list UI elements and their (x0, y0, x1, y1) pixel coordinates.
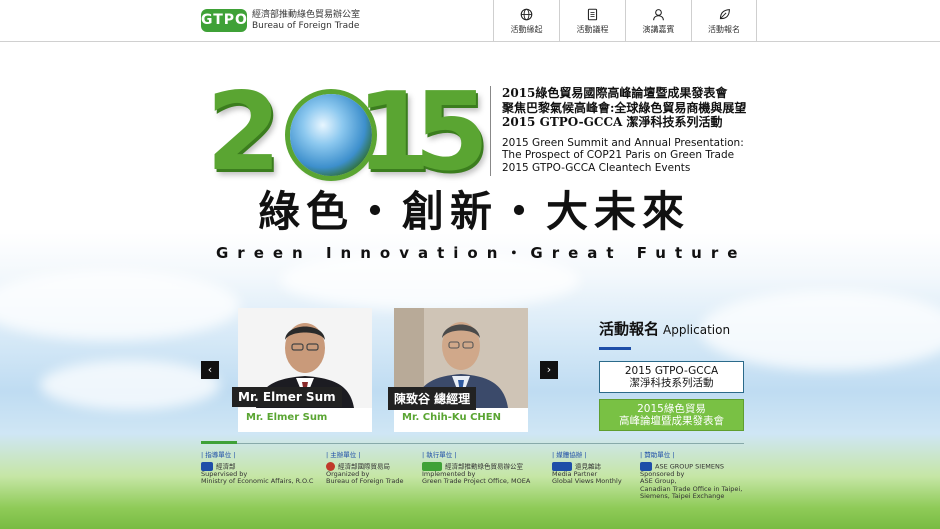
footer-accent (201, 441, 237, 444)
person-icon (653, 8, 664, 20)
register-cleantech-button[interactable]: 2015 GTPO-GCCA 潔淨科技系列活動 (599, 361, 744, 393)
gtpo-logo[interactable]: GTPO (201, 9, 247, 32)
document-icon (587, 8, 598, 20)
carousel-prev-button[interactable]: ‹ (201, 361, 219, 379)
title-divider (490, 86, 491, 176)
nav-item-speakers[interactable]: 演講嘉賓 (625, 0, 691, 42)
partner-line: Global Views Monthly (552, 477, 622, 485)
registration-title: 活動報名 (599, 320, 660, 338)
org-name: 經濟部推動綠色貿易辦公室 Bureau of Foreign Trade (252, 10, 360, 32)
footer-divider (201, 443, 744, 444)
org-name-zh: 經濟部推動綠色貿易辦公室 (252, 10, 361, 20)
partner-implementer: | 執行單位 | 經濟部推動綠色貿易辦公室 Implemented by Gre… (422, 451, 531, 486)
speaker-card[interactable]: Mr. Elmer Sum Mr. Elmer Sum (232, 308, 372, 432)
speaker-caption: 陳致谷 總經理 (388, 387, 477, 410)
year-digit: 2 (206, 70, 282, 195)
speaker-caption: Mr. Elmer Sum (232, 387, 342, 407)
partner-logo-text: ASE GROUP SIEMENS (655, 462, 725, 470)
partner-organizer: | 主辦單位 | 經濟部國際貿易局 Organized by Bureau of… (326, 451, 404, 486)
partner-logo-text: 經濟部推動綠色貿易辦公室 (445, 462, 523, 470)
partner-logo-text: 遠見雜誌 (575, 462, 601, 470)
background-cloud (700, 290, 940, 370)
nav-label: 活動議程 (576, 24, 609, 34)
slogan-zh: 綠色・創新・大未來 (257, 187, 690, 236)
partner-line: Green Trade Project Office, MOEA (422, 477, 531, 485)
nav-item-agenda[interactable]: 活動議程 (559, 0, 625, 42)
partner-heading: | 指導單位 | (201, 451, 236, 459)
background-cloud (0, 270, 240, 340)
event-title: 2015綠色貿易國際高峰論壇暨成果發表會 聚焦巴黎氣候高峰會:全球綠色貿易商機與… (502, 86, 746, 174)
speaker-card[interactable]: 陳致谷 總經理 Mr. Chih-Ku CHEN (388, 308, 528, 432)
nav-item-register[interactable]: 活動報名 (691, 0, 757, 42)
event-title-en-1: 2015 Green Summit and Annual Presentatio… (502, 136, 744, 149)
event-title-zh-2: 聚焦巴黎氣候高峰會:全球綠色貿易商機與展望 (502, 100, 747, 115)
main-nav: 活動緣起 活動議程 演講嘉賓 活動報名 (493, 0, 757, 42)
partner-supervisor: | 指導單位 | 經濟部 Supervised by Ministry of E… (201, 451, 314, 486)
event-title-en-2: The Prospect of COP21 Paris on Green Tra… (502, 149, 735, 161)
partner-sponsors: | 贊助單位 | ASE GROUP SIEMENS Sponsored by … (640, 451, 742, 501)
nav-label: 活動緣起 (510, 24, 543, 34)
partner-line: Siemens, Taipei Exchange (640, 492, 725, 500)
partner-logo-text: 經濟部國際貿易局 (338, 462, 390, 470)
event-title-zh-3: 2015 GTPO-GCCA 潔淨科技系列活動 (502, 115, 723, 129)
year-digit: 5 (414, 70, 490, 195)
partner-heading: | 主辦單位 | (326, 451, 361, 459)
registration-heading: 活動報名 Application (599, 318, 730, 339)
org-name-en: Bureau of Foreign Trade (252, 21, 360, 31)
partner-media: | 媒體協辦 | 遠見雜誌 Media Partner Global Views… (552, 451, 622, 486)
slogan-en: Green Innovation・Great Future (216, 244, 747, 262)
partner-heading: | 媒體協辦 | (552, 451, 587, 459)
button-line: 2015 GTPO-GCCA (624, 364, 719, 377)
year-2015-graphic: 2 1 5 (206, 70, 489, 195)
site-header: GTPO 經濟部推動綠色貿易辦公室 Bureau of Foreign Trad… (0, 0, 940, 42)
button-line: 潔淨科技系列活動 (629, 377, 714, 389)
partner-heading: | 執行單位 | (422, 451, 457, 459)
button-line: 高峰論壇暨成果發表會 (619, 415, 724, 427)
nav-item-origin[interactable]: 活動緣起 (493, 0, 559, 42)
nav-label: 活動報名 (708, 24, 740, 34)
partner-logo-text: 經濟部 (216, 462, 236, 470)
background-cloud (40, 360, 220, 410)
registration-underline (599, 347, 631, 350)
event-title-en-3: 2015 GTPO-GCCA Cleantech Events (502, 161, 691, 174)
event-title-en: 2015 Green Summit and Annual Presentatio… (502, 137, 746, 175)
nav-label: 演講嘉賓 (642, 24, 675, 34)
leaf-icon (719, 8, 730, 19)
carousel-next-button[interactable]: › (540, 361, 558, 379)
speaker-name: Mr. Elmer Sum (246, 412, 328, 423)
registration-subtitle: Application (663, 323, 731, 337)
globe-icon (520, 8, 533, 20)
partner-line: Ministry of Economic Affairs, R.O.C (201, 477, 314, 485)
event-title-zh-1: 2015綠色貿易國際高峰論壇暨成果發表會 (502, 86, 728, 100)
partner-heading: | 贊助單位 | (640, 451, 675, 459)
speaker-name: Mr. Chih-Ku CHEN (402, 412, 501, 423)
register-summit-button[interactable]: 2015綠色貿易 高峰論壇暨成果發表會 (599, 399, 744, 431)
partner-line: Bureau of Foreign Trade (326, 477, 404, 485)
button-line: 2015綠色貿易 (637, 402, 706, 415)
